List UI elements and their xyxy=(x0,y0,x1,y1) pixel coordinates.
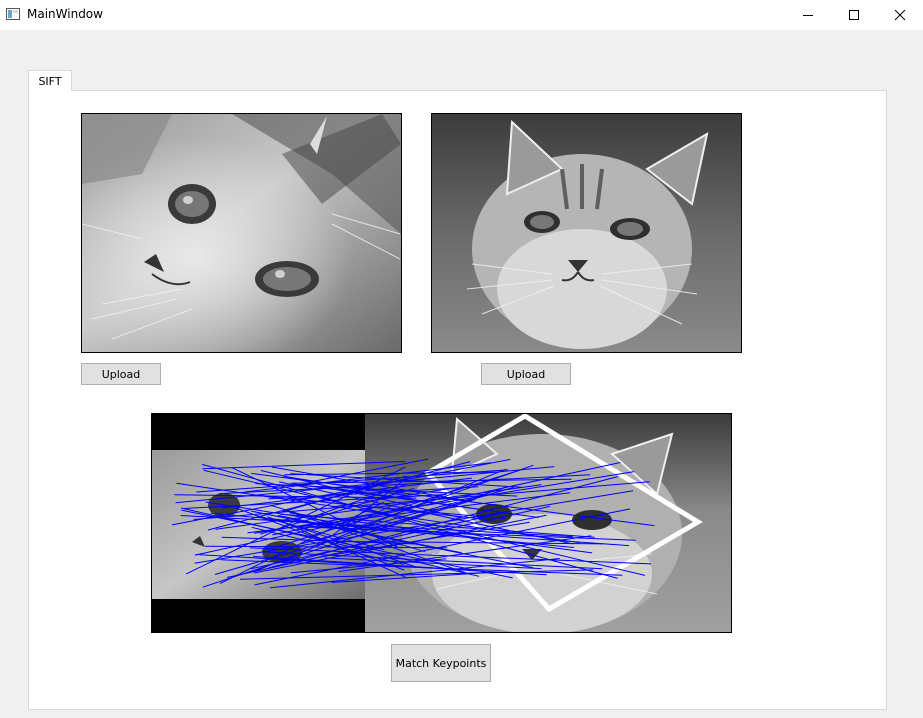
right-cat-image xyxy=(432,114,741,352)
app-icon xyxy=(6,8,20,20)
main-window: MainWindow SIFT Upload Upload Match Keyp… xyxy=(0,0,923,718)
close-icon xyxy=(894,9,906,21)
title-bar: MainWindow xyxy=(0,0,923,30)
window-title: MainWindow xyxy=(27,7,103,21)
maximize-button[interactable] xyxy=(831,0,877,30)
right-image-view xyxy=(431,113,742,353)
match-result-image xyxy=(152,414,731,632)
minimize-button[interactable] xyxy=(785,0,831,30)
left-cat-image xyxy=(82,114,401,352)
maximize-icon xyxy=(849,10,859,20)
close-button[interactable] xyxy=(877,0,923,30)
tab-sift[interactable]: SIFT xyxy=(28,70,72,91)
match-result-view xyxy=(151,413,732,633)
upload-left-button[interactable]: Upload xyxy=(81,363,161,385)
match-keypoints-button[interactable]: Match Keypoints xyxy=(391,644,491,682)
upload-right-button[interactable]: Upload xyxy=(481,363,571,385)
tab-panel-sift: Upload Upload Match Keypoints xyxy=(28,90,887,710)
minimize-icon xyxy=(803,15,813,16)
left-image-view xyxy=(81,113,402,353)
